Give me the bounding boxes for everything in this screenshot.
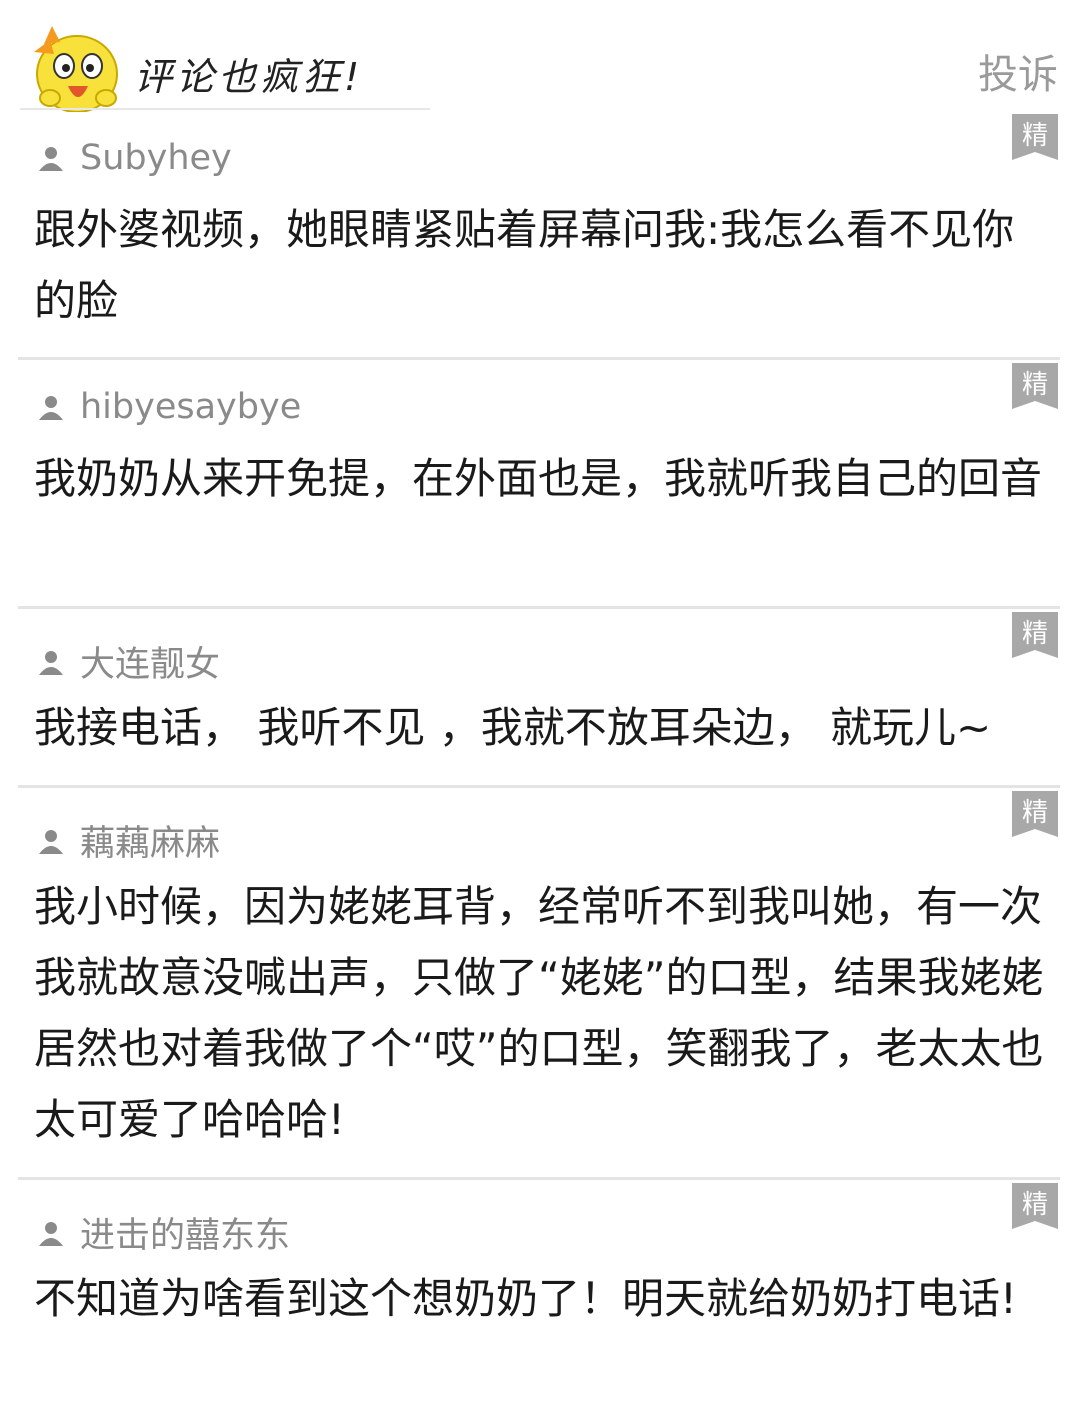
username-text: Subyhey — [80, 138, 232, 178]
comment-divider — [18, 357, 1060, 360]
comment-text: 不知道为啥看到这个想奶奶了！明天就给奶奶打电话! — [34, 1274, 1017, 1323]
svg-text:精: 精 — [1022, 121, 1048, 151]
svg-text:精: 精 — [1022, 619, 1048, 649]
comment-username[interactable]: 大连靓女 — [36, 636, 220, 687]
svg-text:精: 精 — [1022, 1190, 1048, 1220]
featured-badge: 精 — [1012, 791, 1058, 837]
report-button[interactable]: 投诉 — [978, 42, 1058, 100]
username-text: 进击的囍东东 — [80, 1216, 291, 1256]
comment-divider — [18, 785, 1060, 788]
comment-username[interactable]: Subyhey — [36, 138, 232, 178]
featured-badge: 精 — [1012, 612, 1058, 658]
comment-username[interactable]: 进击的囍东东 — [36, 1207, 290, 1258]
username-text: 藕藕麻麻 — [80, 824, 221, 864]
comment-text: 我奶奶从来开免提，在外面也是，我就听我自己的回音 — [34, 454, 1043, 503]
featured-badge: 精 — [1012, 114, 1058, 160]
username-text: hibyesaybye — [80, 387, 302, 427]
user-icon — [39, 147, 63, 171]
comment-divider — [18, 606, 1060, 609]
comment-username[interactable]: hibyesaybye — [36, 387, 301, 427]
user-icon — [39, 650, 63, 675]
user-icon — [39, 1221, 63, 1246]
user-icon — [39, 829, 63, 854]
svg-text:精: 精 — [1022, 370, 1048, 400]
header-divider — [20, 108, 430, 110]
chick-mascot-icon — [34, 26, 118, 112]
featured-badge: 精 — [1012, 363, 1058, 409]
comment-text: 我小时候，因为姥姥耳背，经常听不到我叫她，有一次我就故意没喊出声，只做了“姥姥”… — [34, 882, 1044, 1144]
comment-text: 跟外婆视频，她眼睛紧贴着屏幕问我:我怎么看不见你的脸 — [34, 205, 1015, 325]
username-text: 大连靓女 — [80, 645, 221, 685]
svg-text:精: 精 — [1022, 798, 1048, 828]
comment-divider — [18, 1177, 1060, 1180]
user-icon — [39, 396, 63, 420]
page-title: 评论也疯狂! — [134, 55, 364, 99]
comment-text: 我接电话， 我听不见 ，我就不放耳朵边， 就玩儿~ — [34, 703, 992, 752]
comment-username[interactable]: 藕藕麻麻 — [36, 815, 220, 866]
header: 评论也疯狂! 投诉 — [0, 0, 1080, 112]
featured-badge: 精 — [1012, 1183, 1058, 1229]
